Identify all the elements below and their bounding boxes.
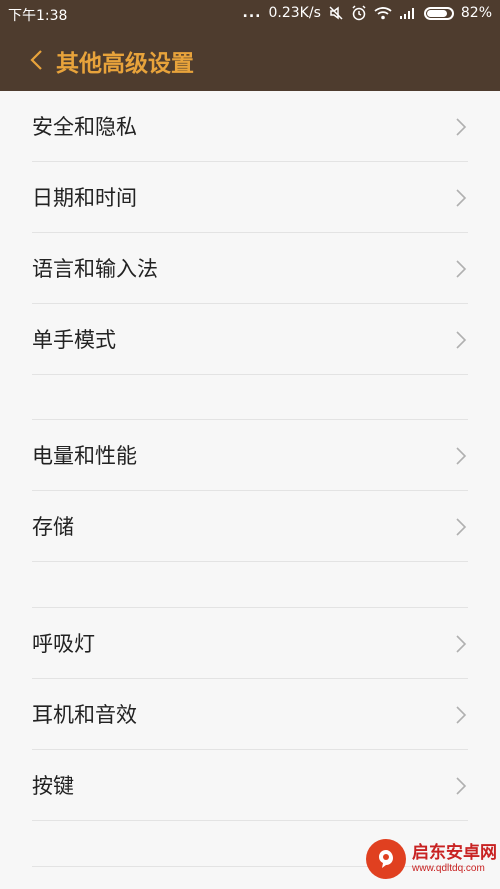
watermark-logo-icon	[366, 839, 406, 879]
settings-item-label: 安全和隐私	[32, 115, 137, 139]
battery-level	[426, 9, 447, 17]
alarm-icon	[351, 5, 367, 21]
settings-item-buttons[interactable]: 按键	[32, 750, 468, 821]
chevron-right-icon	[456, 118, 467, 136]
chevron-right-icon	[456, 447, 467, 465]
watermark: 启东安卓网 www.qdltdq.com	[360, 829, 500, 889]
chevron-right-icon	[456, 777, 467, 795]
settings-item-one-hand-mode[interactable]: 单手模式	[32, 304, 468, 375]
chevron-right-icon	[456, 331, 467, 349]
status-right: ... 0.23K/s 82%	[243, 5, 492, 21]
settings-item-label: 存储	[32, 515, 74, 539]
settings-item-label: 日期和时间	[32, 186, 137, 210]
settings-item-language-input[interactable]: 语言和输入法	[32, 233, 468, 304]
settings-item-label: 电量和性能	[32, 444, 137, 468]
chevron-right-icon	[456, 635, 467, 653]
settings-item-battery-performance[interactable]: 电量和性能	[32, 420, 468, 491]
chevron-right-icon	[456, 260, 467, 278]
settings-item-label: 按键	[32, 774, 74, 798]
page-title: 其他高级设置	[56, 51, 194, 77]
wifi-icon	[374, 6, 392, 20]
settings-item-headphones-audio[interactable]: 耳机和音效	[32, 679, 468, 750]
settings-item-label: 语言和输入法	[32, 257, 158, 281]
chevron-right-icon	[456, 518, 467, 536]
chevron-right-icon	[456, 189, 467, 207]
chevron-right-icon	[456, 706, 467, 724]
network-speed: 0.23K/s	[268, 5, 321, 21]
signal-icon	[399, 6, 417, 20]
settings-item-storage[interactable]: 存储	[32, 491, 468, 562]
title-bar: 其他高级设置	[0, 28, 500, 91]
settings-item-label: 单手模式	[32, 328, 116, 352]
battery-icon	[423, 6, 454, 20]
chevron-left-icon	[30, 50, 42, 70]
watermark-sub: www.qdltdq.com	[412, 862, 485, 874]
battery-percent: 82%	[460, 5, 492, 21]
back-button[interactable]	[16, 40, 56, 80]
settings-item-date-time[interactable]: 日期和时间	[32, 162, 468, 233]
app-header: 下午1:38 ... 0.23K/s 82% 其他高级设置	[0, 0, 500, 91]
status-dots: ...	[242, 5, 262, 21]
settings-item-label: 耳机和音效	[32, 703, 137, 727]
watermark-text: 启东安卓网 www.qdltdq.com	[412, 843, 497, 874]
settings-item-security-privacy[interactable]: 安全和隐私	[32, 91, 468, 162]
status-bar: 下午1:38 ... 0.23K/s 82%	[0, 0, 500, 28]
settings-item-label: 呼吸灯	[32, 632, 95, 656]
settings-item-breathing-light[interactable]: 呼吸灯	[32, 608, 468, 679]
settings-list: 安全和隐私 日期和时间 语言和输入法 单手模式 电量和性能 存储 呼吸灯 耳机和…	[0, 91, 500, 889]
status-time: 下午1:38	[8, 8, 68, 24]
mute-icon	[328, 5, 344, 21]
watermark-main: 启东安卓网	[412, 843, 497, 863]
